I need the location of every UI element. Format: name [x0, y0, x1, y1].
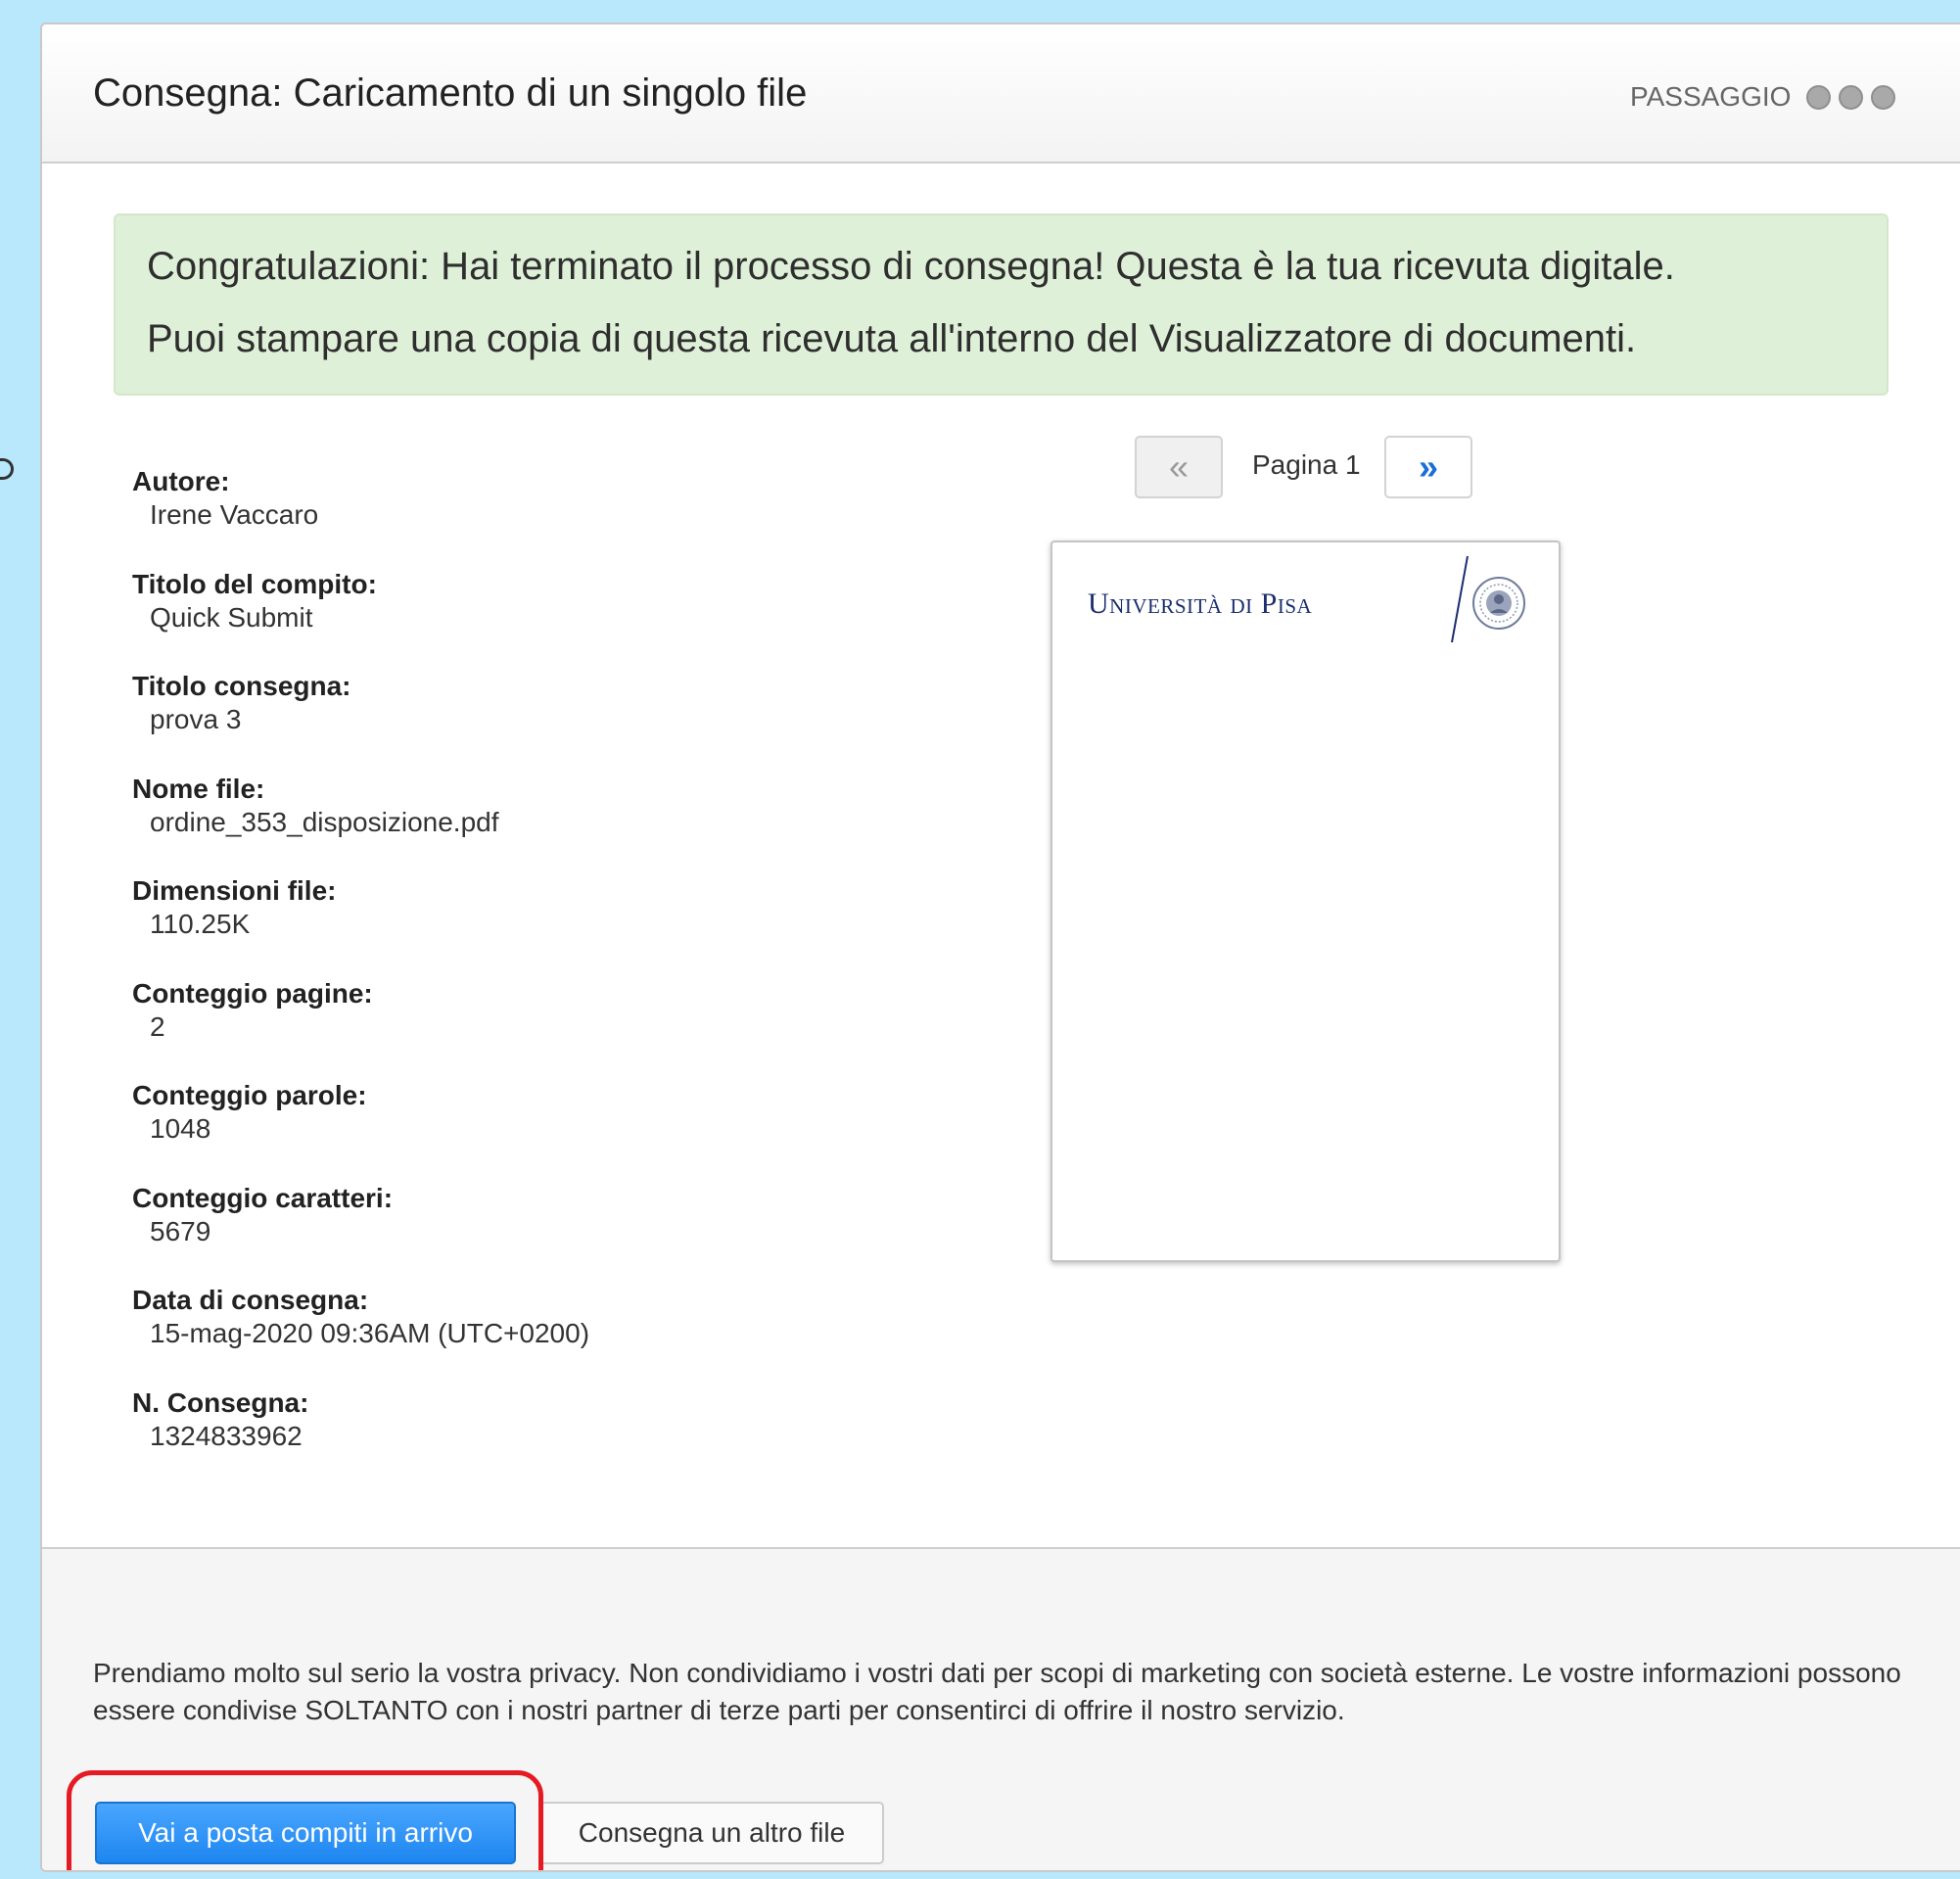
receipt-author: Autore: Irene Vaccaro — [132, 465, 589, 568]
receipt-value: 5679 — [150, 1215, 211, 1246]
receipt-value: prova 3 — [150, 704, 242, 734]
step-dot-2 — [1839, 84, 1864, 110]
receipt-submission-title: Titolo consegna: prova 3 — [132, 670, 589, 773]
previous-page-button[interactable]: « — [1135, 436, 1223, 498]
step-label: PASSAGGIO — [1630, 81, 1792, 112]
university-logo-text: Università di Pisa — [1088, 587, 1313, 620]
receipt-label: Conteggio caratteri: — [132, 1182, 394, 1213]
receipt-details: Autore: Irene Vaccaro Titolo del compito… — [132, 465, 589, 1488]
receipt-submission-id: N. Consegna: 1324833962 — [132, 1386, 589, 1489]
page-indicator: Pagina 1 — [1252, 449, 1361, 480]
next-page-button[interactable]: » — [1384, 436, 1472, 498]
receipt-label: Conteggio pagine: — [132, 977, 373, 1009]
page-title: Consegna: Caricamento di un singolo file — [93, 71, 808, 115]
panel-header: Consegna: Caricamento di un singolo file… — [42, 24, 1960, 164]
chevron-double-right-icon: » — [1418, 446, 1439, 487]
receipt-label: Nome file: — [132, 773, 265, 804]
receipt-value: 1324833962 — [150, 1420, 303, 1451]
step-indicator: PASSAGGIO — [1630, 81, 1896, 113]
receipt-value: 110.25K — [150, 909, 251, 939]
receipt-value: Quick Submit — [150, 601, 313, 633]
receipt-submission-date: Data di consegna: 15-mag-2020 09:36AM (U… — [132, 1284, 589, 1386]
receipt-label: Titolo consegna: — [132, 671, 351, 701]
receipt-file-name: Nome file: ordine_353_disposizione.pdf — [132, 773, 589, 875]
step-dot-3 — [1871, 84, 1896, 110]
receipt-label: Autore: — [132, 466, 230, 496]
privacy-notice: Prendiamo molto sul serio la vostra priv… — [93, 1658, 1901, 1725]
go-to-inbox-button[interactable]: Vai a posta compiti in arrivo — [95, 1802, 516, 1864]
receipt-label: Data di consegna: — [132, 1285, 369, 1315]
success-message: Congratulazioni: Hai terminato il proces… — [147, 245, 1675, 288]
chevron-double-left-icon: « — [1168, 446, 1190, 487]
university-seal-icon — [1451, 555, 1525, 643]
panel-footer: Prendiamo molto sul serio la vostra priv… — [42, 1547, 1960, 1870]
document-preview[interactable]: Università di Pisa — [1050, 540, 1561, 1262]
receipt-value: 2 — [150, 1010, 165, 1042]
receipt-label: Dimensioni file: — [132, 875, 337, 906]
print-hint: Puoi stampare una copia di questa ricevu… — [147, 317, 1637, 360]
submission-panel: Consegna: Caricamento di un singolo file… — [40, 23, 1960, 1872]
receipt-label: Titolo del compito: — [132, 568, 377, 599]
receipt-value: 15-mag-2020 09:36AM (UTC+0200) — [150, 1318, 590, 1348]
submit-another-file-button[interactable]: Consegna un altro file — [539, 1802, 884, 1864]
receipt-word-count: Conteggio parole: 1048 — [132, 1079, 589, 1182]
success-alert: Congratulazioni: Hai terminato il proces… — [114, 213, 1889, 396]
receipt-label: Conteggio parole: — [132, 1080, 367, 1110]
receipt-page-count: Conteggio pagine: 2 — [132, 977, 589, 1080]
step-dot-1 — [1806, 84, 1832, 110]
receipt-label: N. Consegna: — [132, 1386, 309, 1418]
receipt-value: Irene Vaccaro — [150, 499, 319, 530]
receipt-value: 1048 — [150, 1113, 211, 1144]
receipt-character-count: Conteggio caratteri: 5679 — [132, 1182, 589, 1285]
receipt-assignment-title: Titolo del compito: Quick Submit — [132, 568, 589, 671]
edge-fragment — [0, 458, 14, 480]
receipt-value: ordine_353_disposizione.pdf — [150, 806, 499, 837]
receipt-file-size: Dimensioni file: 110.25K — [132, 874, 589, 977]
